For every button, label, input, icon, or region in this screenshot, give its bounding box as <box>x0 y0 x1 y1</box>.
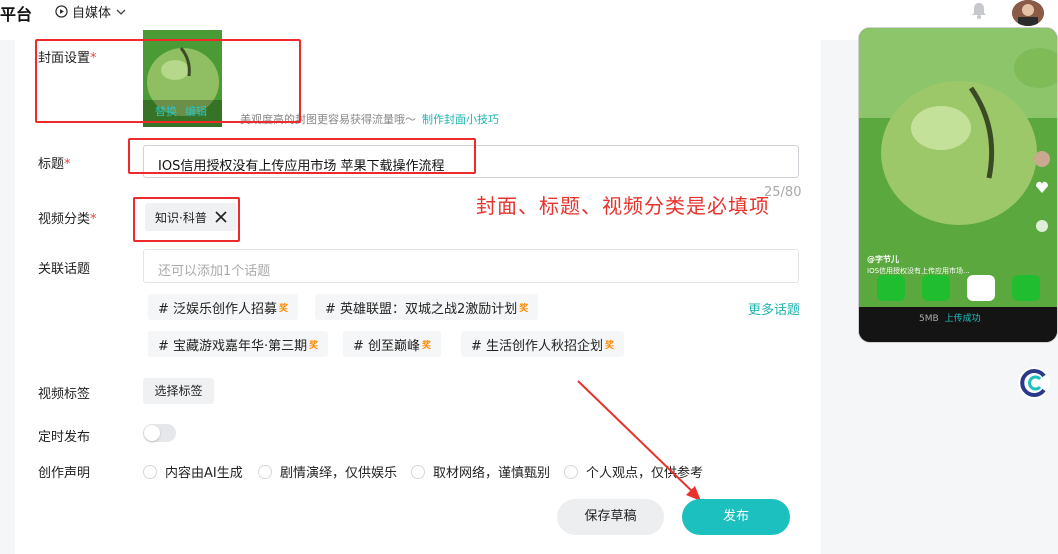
hot-badge: 奖 <box>309 340 319 351</box>
declaration-label: 创作声明 <box>38 466 91 481</box>
category-label: 视频分类* <box>38 212 97 227</box>
media-switch-label: 自媒体 <box>72 6 112 21</box>
preview-author: @字节儿 <box>867 255 899 264</box>
platform-title: 平台 <box>0 5 33 24</box>
hot-badge: 奖 <box>519 303 529 314</box>
cover-tips-link[interactable]: 制作封面小技巧 <box>422 111 499 127</box>
topic-input[interactable]: 还可以添加1个话题 <box>143 249 799 283</box>
hot-badge: 奖 <box>605 340 615 351</box>
title-label: 标题* <box>38 157 71 172</box>
notification-bell-icon[interactable] <box>968 2 990 20</box>
radio-circle <box>411 464 425 479</box>
select-tags-button[interactable]: 选择标签 <box>143 378 214 404</box>
save-draft-button[interactable]: 保存草稿 <box>557 499 664 535</box>
play-circle-icon <box>55 5 68 18</box>
chevron-down-icon <box>116 9 126 15</box>
topic-tag[interactable]: # 英雄联盟：双城之战2激励计划奖 <box>315 294 539 320</box>
media-switch[interactable]: 自媒体 <box>55 2 127 21</box>
video-tags-label: 视频标签 <box>38 387 91 402</box>
user-avatar[interactable] <box>1012 0 1044 26</box>
qq-share-icon[interactable] <box>967 275 995 301</box>
schedule-label: 定时发布 <box>38 430 91 445</box>
topic-tag[interactable]: # 生活创作人秋招企划奖 <box>461 331 625 357</box>
annotation-box-cover <box>35 39 301 123</box>
publish-button[interactable]: 发布 <box>682 499 790 535</box>
topic-tag[interactable]: # 创至巅峰奖 <box>343 331 442 357</box>
radio-circle <box>143 464 157 479</box>
phone-preview: @字节儿 IOS信用授权没有上传应用市场... 5MB 上传成功 <box>858 27 1058 343</box>
radio-circle <box>258 464 272 479</box>
declaration-option[interactable]: 取材网络，谨慎甄别 <box>411 462 550 481</box>
wechat-chat-share-icon[interactable] <box>1012 275 1040 301</box>
declaration-option[interactable]: 内容由AI生成 <box>143 462 243 481</box>
schedule-toggle[interactable] <box>143 424 176 442</box>
topic-tag[interactable]: # 泛娱乐创作人招募奖 <box>148 294 299 320</box>
more-topics-link[interactable]: 更多话题 <box>748 299 800 318</box>
topic-tag[interactable]: # 宝藏游戏嘉年华·第三期奖 <box>148 331 329 357</box>
assistant-floating-icon[interactable] <box>1016 365 1052 401</box>
toggle-knob <box>144 425 160 441</box>
topics-label: 关联话题 <box>38 262 91 277</box>
required-fields-annotation: 封面、标题、视频分类是必填项 <box>476 194 770 218</box>
upload-status: 5MB 上传成功 <box>919 314 981 324</box>
annotation-arrow <box>577 380 701 501</box>
declaration-option[interactable]: 剧情演绎，仅供娱乐 <box>258 462 397 481</box>
annotation-box-title <box>128 138 476 174</box>
wechat-share-icon[interactable] <box>922 275 950 301</box>
hot-badge: 奖 <box>422 340 432 351</box>
annotation-box-category <box>133 197 240 242</box>
wechat-moments-share-icon[interactable] <box>877 275 905 301</box>
hot-badge: 奖 <box>279 303 289 314</box>
